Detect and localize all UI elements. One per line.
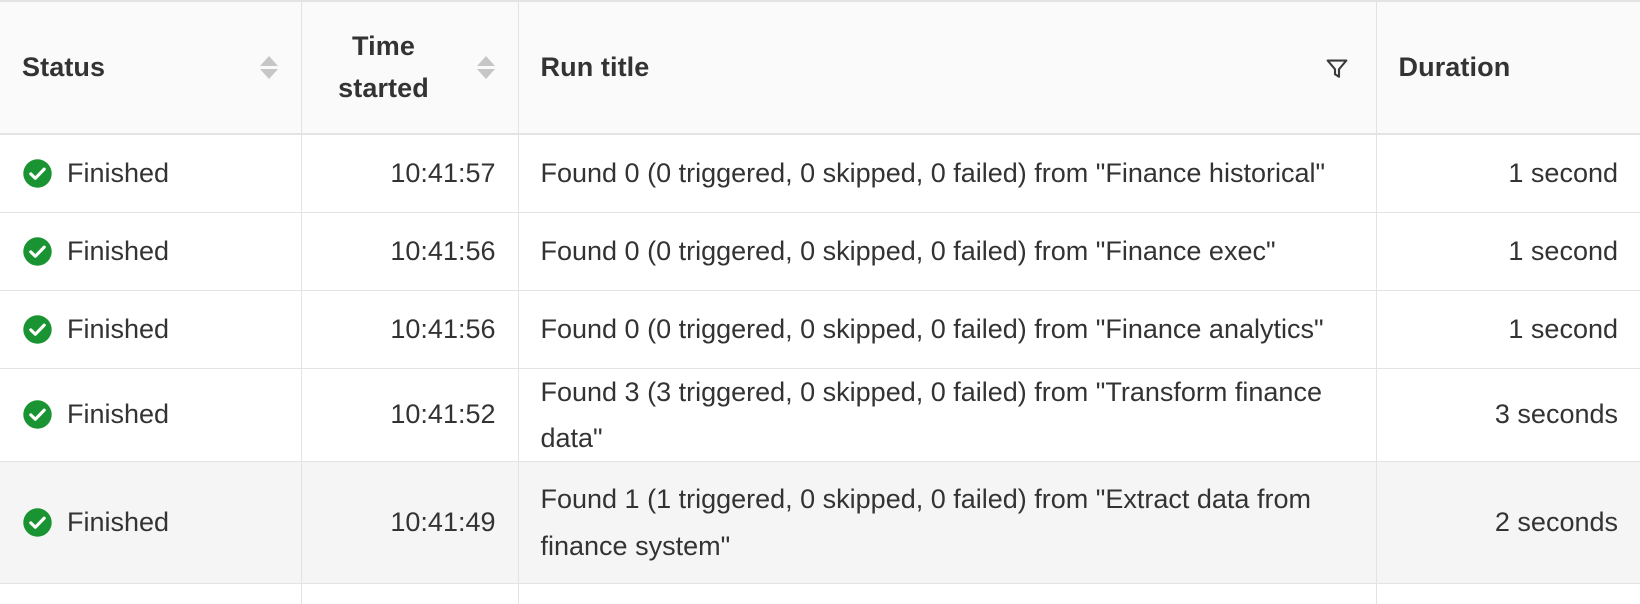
cell-time-started	[301, 583, 519, 604]
cell-time-started: 10:41:56	[301, 290, 519, 369]
status-label: Finished	[67, 507, 170, 538]
sort-ascending-triangle	[259, 56, 278, 66]
column-header-duration[interactable]: Duration	[1376, 0, 1640, 135]
column-header-status-label: Status	[22, 51, 106, 82]
status-label: Finished	[67, 157, 170, 188]
sort-arrows-icon[interactable]	[259, 56, 279, 79]
cell-run-title	[518, 583, 1377, 604]
column-header-time-started[interactable]: Time started	[301, 0, 519, 135]
cell-run-title: Found 0 (0 triggered, 0 skipped, 0 faile…	[518, 134, 1377, 213]
cell-status	[0, 583, 302, 604]
table-row[interactable]: Finished 10:41:57 Found 0 (0 triggered, …	[0, 134, 1640, 213]
cell-duration	[1376, 583, 1640, 604]
runs-table-screen: Status Time started Run title Duration F…	[0, 0, 1640, 604]
table-row[interactable]: Finished 10:41:52 Found 3 (3 triggered, …	[0, 368, 1640, 463]
check-circle-icon	[22, 399, 53, 430]
status-label: Finished	[67, 313, 170, 344]
cell-duration: 1 second	[1376, 290, 1640, 369]
column-header-run-title-label: Run title	[540, 51, 650, 82]
cell-duration: 1 second	[1376, 212, 1640, 291]
cell-status: Finished	[0, 290, 302, 369]
cell-time-started: 10:41:49	[301, 461, 519, 585]
status-label: Finished	[67, 235, 170, 266]
cell-time-started: 10:41:56	[301, 212, 519, 291]
sort-descending-triangle	[476, 69, 495, 79]
filter-funnel-icon[interactable]	[1320, 51, 1354, 85]
cell-status: Finished	[0, 461, 302, 585]
cell-status: Finished	[0, 368, 302, 463]
sort-descending-triangle	[259, 69, 278, 79]
check-circle-icon	[22, 507, 53, 538]
cell-run-title: Found 1 (1 triggered, 0 skipped, 0 faile…	[518, 461, 1377, 585]
check-circle-icon	[22, 158, 53, 189]
column-header-run-title[interactable]: Run title	[518, 0, 1377, 135]
cell-time-started: 10:41:52	[301, 368, 519, 463]
cell-duration: 1 second	[1376, 134, 1640, 213]
table-header: Status Time started Run title Duration	[0, 0, 1640, 135]
table-row[interactable]: Finished 10:41:56 Found 0 (0 triggered, …	[0, 212, 1640, 291]
cell-duration: 2 seconds	[1376, 461, 1640, 585]
column-header-time-started-label: Time started	[338, 31, 429, 103]
check-circle-icon	[22, 236, 53, 267]
sort-ascending-triangle	[476, 56, 495, 66]
column-header-duration-label: Duration	[1398, 51, 1511, 82]
status-label: Finished	[67, 399, 170, 430]
cell-run-title: Found 0 (0 triggered, 0 skipped, 0 faile…	[518, 290, 1377, 369]
check-circle-icon	[22, 314, 53, 345]
column-header-status[interactable]: Status	[0, 0, 302, 135]
cell-time-started: 10:41:57	[301, 134, 519, 213]
cell-run-title: Found 0 (0 triggered, 0 skipped, 0 faile…	[518, 212, 1377, 291]
table-row[interactable]: Finished 10:41:49 Found 1 (1 triggered, …	[0, 461, 1640, 585]
cell-status: Finished	[0, 134, 302, 213]
cell-run-title: Found 3 (3 triggered, 0 skipped, 0 faile…	[518, 368, 1377, 463]
cell-status: Finished	[0, 212, 302, 291]
cell-duration: 3 seconds	[1376, 368, 1640, 463]
table-row[interactable]: Finished 10:41:56 Found 0 (0 triggered, …	[0, 290, 1640, 369]
sort-arrows-icon[interactable]	[476, 56, 496, 79]
table-row-partial[interactable]	[0, 583, 1640, 604]
runs-table: Status Time started Run title Duration F…	[0, 0, 1640, 604]
table-body: Finished 10:41:57 Found 0 (0 triggered, …	[0, 134, 1640, 604]
table-header-row: Status Time started Run title Duration	[0, 0, 1640, 135]
